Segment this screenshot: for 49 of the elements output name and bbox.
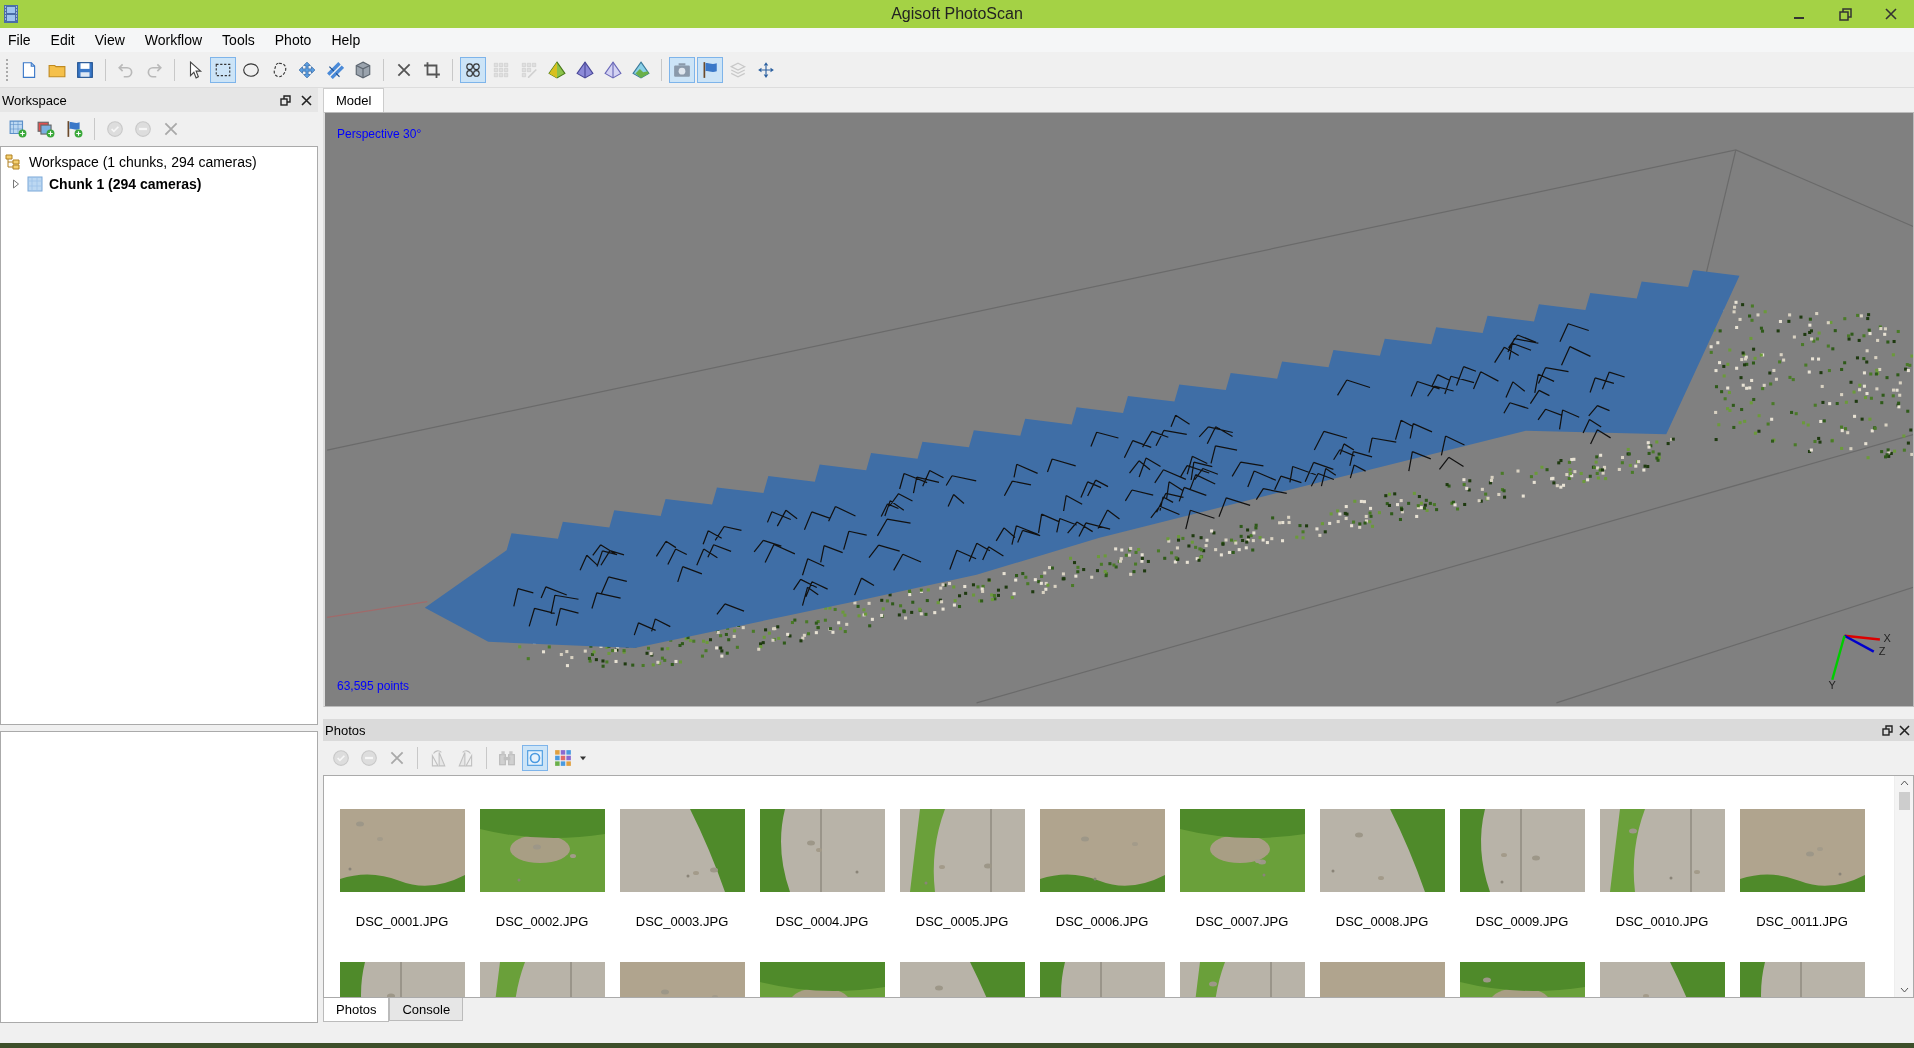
close-icon[interactable] bbox=[301, 94, 312, 106]
flag-icon[interactable] bbox=[697, 56, 723, 83]
film-strip-icon bbox=[3, 4, 19, 24]
float-icon[interactable] bbox=[1882, 724, 1893, 736]
rectangle-select-icon[interactable] bbox=[210, 56, 236, 83]
photo-name[interactable]: DSC_0003.JPG bbox=[635, 914, 729, 962]
axis-label: X bbox=[1883, 631, 1891, 644]
tree-item[interactable]: Workspace (1 chunks, 294 cameras) bbox=[29, 154, 257, 170]
photo-name[interactable]: DSC_0005.JPG bbox=[915, 914, 1009, 962]
photo-name[interactable]: DSC_0010.JPG bbox=[1615, 914, 1709, 962]
photo-name[interactable]: DSC_0002.JPG bbox=[495, 914, 589, 962]
menu-item[interactable]: Edit bbox=[42, 32, 87, 48]
tree-item[interactable]: Chunk 1 (294 cameras) bbox=[49, 176, 202, 192]
close-icon[interactable] bbox=[1899, 724, 1910, 736]
photo-name[interactable]: DSC_0009.JPG bbox=[1475, 914, 1569, 962]
photo-name[interactable]: DSC_0008.JPG bbox=[1335, 914, 1429, 962]
tab[interactable]: Console bbox=[389, 998, 464, 1021]
photo-name[interactable]: DSC_0001.JPG bbox=[355, 914, 449, 962]
menu-item[interactable]: File bbox=[0, 32, 43, 48]
photo-name[interactable]: DSC_0004.JPG bbox=[775, 914, 869, 962]
scrollbar[interactable] bbox=[1894, 776, 1913, 997]
menu-item[interactable]: Workflow bbox=[136, 32, 215, 48]
window-title: Agisoft PhotoScan bbox=[891, 5, 1023, 23]
axes-icon bbox=[1831, 634, 1880, 681]
photo-frame-icon[interactable] bbox=[522, 745, 548, 771]
circles-grid-icon[interactable] bbox=[460, 56, 486, 83]
scroll-thumb[interactable] bbox=[1898, 792, 1910, 810]
scroll-up-icon[interactable] bbox=[1899, 780, 1909, 786]
expand-arrow-icon[interactable] bbox=[11, 179, 21, 189]
panel-title: Workspace bbox=[2, 92, 68, 108]
photo-name[interactable]: DSC_0007.JPG bbox=[1195, 914, 1289, 962]
tab[interactable]: Photos bbox=[323, 998, 390, 1022]
axis-label: Y bbox=[1828, 679, 1836, 692]
photo-name[interactable]: DSC_0011.JPG bbox=[1756, 914, 1848, 962]
chunk-icon bbox=[27, 176, 43, 192]
menu-item[interactable]: Photo bbox=[266, 32, 324, 48]
photo-name[interactable]: DSC_0006.JPG bbox=[1055, 914, 1149, 962]
scroll-down-icon[interactable] bbox=[1899, 987, 1909, 993]
panel-title: Photos bbox=[325, 722, 367, 738]
point-count-label: 63,595 points bbox=[337, 679, 410, 693]
folder-tree-icon bbox=[5, 154, 23, 170]
tab[interactable]: Model bbox=[323, 88, 385, 112]
float-icon[interactable] bbox=[280, 94, 291, 106]
menu-item[interactable]: Help bbox=[323, 32, 373, 48]
projection-label: Perspective 30° bbox=[337, 127, 422, 141]
axis-label: Z bbox=[1878, 645, 1886, 658]
camera-icon[interactable] bbox=[669, 56, 695, 83]
menu-item[interactable]: Tools bbox=[214, 32, 267, 48]
menu-item[interactable]: View bbox=[86, 32, 137, 48]
